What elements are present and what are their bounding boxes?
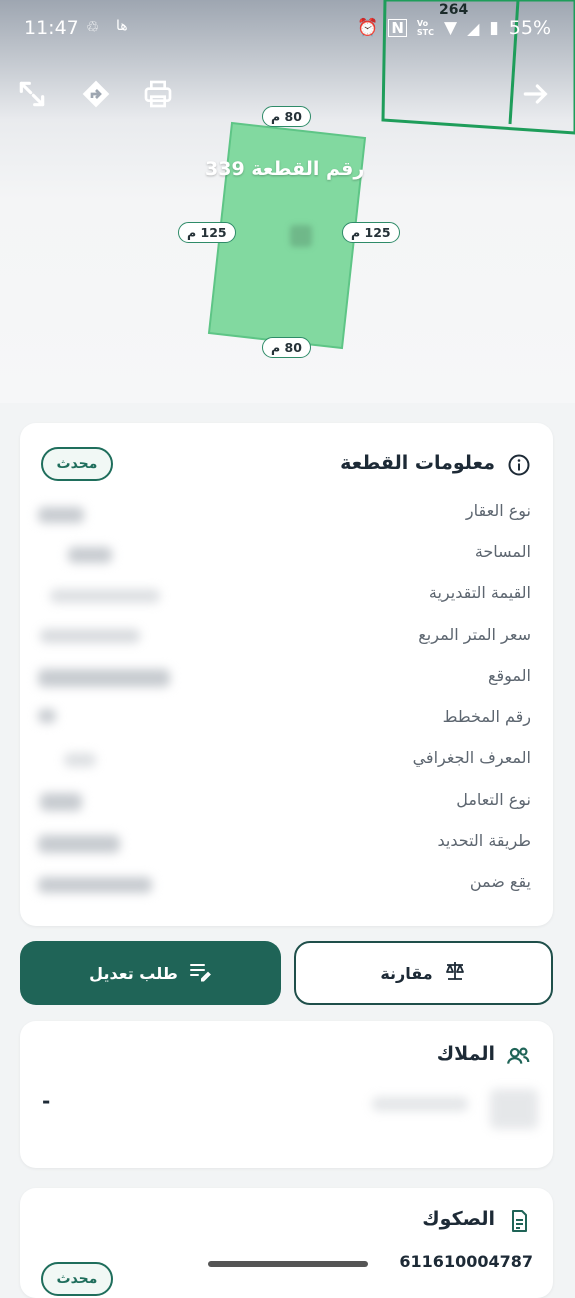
status-bar: 11:47 ♲ ﻫﺎ ⏰ N Vo STC ▼ ◢ ▮ 55% bbox=[0, 0, 575, 58]
row-scheme-number: رقم المخطط bbox=[442, 707, 531, 726]
row-method: طريقة التحديد bbox=[437, 831, 532, 850]
dimension-bottom: 80 م bbox=[262, 337, 311, 358]
nfc-icon: N bbox=[388, 19, 407, 37]
scale-icon bbox=[443, 959, 467, 987]
row-location: الموقع bbox=[488, 666, 531, 685]
row-transaction-type: نوع التعامل bbox=[456, 790, 531, 809]
deed-number[interactable]: 611610004787 bbox=[399, 1252, 533, 1271]
neighbor-plot-number: 264 bbox=[439, 2, 469, 18]
deeds-title: الصكوك bbox=[422, 1208, 495, 1230]
row-area: المساحة bbox=[474, 542, 531, 561]
redacted-value bbox=[40, 629, 140, 643]
battery-percent: 55% bbox=[508, 17, 551, 39]
back-arrow-icon[interactable] bbox=[520, 78, 556, 114]
print-icon[interactable] bbox=[142, 78, 178, 114]
redacted-value bbox=[38, 709, 56, 723]
deed-updated-badge: محدث bbox=[41, 1262, 113, 1296]
row-estimated-value: القيمة التقديرية bbox=[428, 583, 531, 602]
expand-icon[interactable] bbox=[16, 78, 52, 114]
plot-info-card: معلومات القطعة محدث نوع العقار المساحة ا… bbox=[20, 423, 553, 926]
redacted-value bbox=[38, 507, 84, 523]
compare-label: مقارنة bbox=[380, 963, 433, 983]
row-price-per-meter: سعر المتر المربع bbox=[418, 625, 531, 644]
app-notification-icon: ﻫﺎ bbox=[116, 18, 128, 34]
signal-icon: ◢ bbox=[467, 18, 480, 38]
owners-dash: - bbox=[42, 1089, 51, 1113]
dimension-left: 125 م bbox=[178, 222, 236, 243]
updated-badge: محدث bbox=[41, 447, 113, 481]
row-within: يقع ضمن bbox=[469, 872, 531, 891]
redacted-value bbox=[38, 835, 120, 853]
info-icon bbox=[507, 453, 531, 481]
redacted-value bbox=[64, 753, 96, 767]
row-geo-id: المعرف الجغرافي bbox=[412, 748, 531, 767]
sync-icon: ♲ bbox=[86, 18, 100, 36]
plot-center-marker bbox=[290, 225, 312, 247]
directions-icon[interactable] bbox=[80, 78, 116, 114]
users-icon bbox=[505, 1043, 531, 1073]
deeds-card: الصكوك محدث 611610004787 bbox=[20, 1188, 553, 1298]
owners-title: الملاك bbox=[436, 1043, 495, 1065]
redacted-value bbox=[40, 793, 82, 811]
home-indicator[interactable] bbox=[208, 1261, 368, 1267]
redacted-owner-name bbox=[372, 1097, 468, 1111]
document-icon bbox=[507, 1208, 531, 1238]
dimension-top: 80 م bbox=[262, 106, 311, 127]
edit-request-label: طلب تعديل bbox=[89, 963, 178, 983]
volte-label: Vo STC bbox=[416, 19, 435, 37]
redacted-owner-id bbox=[490, 1089, 538, 1129]
status-time: 11:47 bbox=[24, 17, 79, 39]
redacted-value bbox=[38, 877, 152, 893]
redacted-value bbox=[38, 669, 170, 687]
plot-number-title: رقم القطعة 339 bbox=[205, 158, 365, 180]
redacted-value bbox=[50, 589, 160, 603]
wifi-icon: ▼ bbox=[444, 18, 458, 38]
row-property-type: نوع العقار bbox=[465, 501, 531, 520]
compare-button[interactable]: مقارنة bbox=[294, 941, 553, 1005]
owners-card: الملاك - bbox=[20, 1021, 553, 1168]
map-view[interactable]: 11:47 ♲ ﻫﺎ ⏰ N Vo STC ▼ ◢ ▮ 55% 264 رقم … bbox=[0, 0, 575, 403]
redacted-value bbox=[68, 547, 112, 563]
battery-icon: ▮ bbox=[489, 18, 499, 38]
plot-info-title: معلومات القطعة bbox=[340, 452, 495, 474]
edit-list-icon bbox=[188, 959, 212, 987]
dimension-right: 125 م bbox=[342, 222, 400, 243]
status-right-group: ⏰ N Vo STC ▼ ◢ ▮ 55% bbox=[357, 17, 551, 39]
edit-request-button[interactable]: طلب تعديل bbox=[20, 941, 281, 1005]
alarm-icon: ⏰ bbox=[357, 18, 379, 38]
